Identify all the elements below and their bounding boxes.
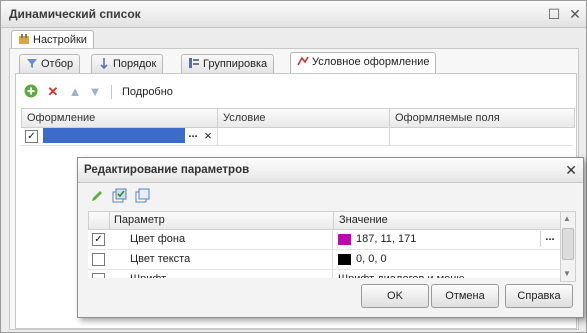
- filter-icon: [26, 57, 38, 69]
- param-checkbox[interactable]: ✓: [92, 233, 105, 246]
- uncheck-all-icon[interactable]: [135, 188, 151, 204]
- move-up-icon[interactable]: ▲: [67, 84, 83, 100]
- move-down-icon[interactable]: ▼: [87, 84, 103, 100]
- vertical-scrollbar[interactable]: ▲ ▼: [560, 211, 576, 282]
- column-header-parameter[interactable]: Параметр: [114, 214, 165, 226]
- tab-conditional-format-label: Условное оформление: [312, 56, 430, 68]
- settings-icon: [18, 33, 30, 45]
- column-divider: [333, 212, 334, 229]
- tab-grouping[interactable]: Группировка: [181, 54, 275, 74]
- param-name: Цвет текста: [130, 253, 191, 265]
- scroll-up-icon[interactable]: ▲: [563, 214, 571, 223]
- column-header-fields[interactable]: Оформляемые поля: [390, 109, 573, 127]
- dialog-close-icon[interactable]: ✕: [565, 162, 577, 179]
- param-row-text-color[interactable]: Цвет текста 0, 0, 0: [88, 250, 560, 270]
- param-value[interactable]: Шрифт диалогов и меню: [338, 270, 465, 278]
- param-checkbox[interactable]: [92, 273, 105, 278]
- color-swatch: [338, 254, 351, 265]
- param-row-bg-color[interactable]: ✓ Цвет фона 187, 11, 171 ...: [88, 230, 560, 250]
- tab-conditional-format[interactable]: Условное оформление: [290, 52, 437, 74]
- dialog-title-bar: Редактирование параметров ✕: [78, 158, 583, 183]
- tab-order-label: Порядок: [113, 58, 157, 70]
- row-checkbox[interactable]: ✓: [25, 130, 38, 143]
- edit-parameters-dialog: Редактирование параметров ✕ Параметр Зна…: [77, 157, 584, 318]
- param-value[interactable]: 187, 11, 171: [356, 230, 416, 249]
- parameters-header: Параметр Значение: [88, 211, 562, 230]
- title-bar: Динамический список ☐ ✕: [1, 1, 586, 28]
- maximize-icon[interactable]: ☐: [546, 6, 562, 22]
- scroll-down-icon[interactable]: ▼: [563, 269, 571, 278]
- grid-header: Оформление Условие Оформляемые поля: [21, 108, 575, 128]
- details-button[interactable]: Подробно: [122, 86, 173, 98]
- cancel-button[interactable]: Отмена: [431, 284, 499, 308]
- ok-button[interactable]: OK: [361, 284, 429, 308]
- check-all-icon[interactable]: [112, 188, 128, 204]
- tab-filter-label: Отбор: [41, 58, 74, 70]
- param-row-font[interactable]: Шрифт Шрифт диалогов и меню: [88, 270, 560, 278]
- param-value[interactable]: 0, 0, 0: [356, 250, 387, 269]
- param-checkbox[interactable]: [92, 253, 105, 269]
- sort-icon: [98, 57, 110, 70]
- param-name: Шрифт: [130, 270, 166, 278]
- tab-grouping-label: Группировка: [203, 58, 268, 70]
- cell-divider: [217, 127, 218, 145]
- window-title: Динамический список: [9, 7, 141, 21]
- cell-divider: [332, 270, 333, 278]
- color-swatch: [338, 234, 351, 245]
- edit-pencil-icon[interactable]: [90, 189, 106, 205]
- tab-filter[interactable]: Отбор: [19, 54, 81, 74]
- table-row[interactable]: ✓ ... ×: [21, 127, 573, 146]
- scrollbar-thumb[interactable]: [562, 228, 574, 260]
- checkbox-column-header: [89, 212, 110, 229]
- tab-order[interactable]: Порядок: [91, 54, 164, 74]
- delete-icon[interactable]: ✕: [45, 84, 61, 100]
- ellipsis-button[interactable]: ...: [540, 231, 559, 247]
- column-header-format[interactable]: Оформление: [22, 109, 218, 127]
- column-header-value[interactable]: Значение: [339, 214, 388, 226]
- dialog-title: Редактирование параметров: [84, 164, 250, 176]
- format-preview-field[interactable]: [43, 128, 185, 143]
- cell-divider: [389, 127, 390, 145]
- param-name: Цвет фона: [130, 233, 186, 245]
- help-button[interactable]: Справка: [505, 284, 573, 308]
- tab-settings-label: Настройки: [33, 34, 87, 46]
- ellipsis-button[interactable]: ...: [186, 128, 200, 143]
- close-icon[interactable]: ✕: [567, 6, 583, 22]
- cell-divider: [332, 250, 333, 269]
- grouping-icon: [188, 57, 200, 69]
- conditional-format-icon: [297, 55, 309, 67]
- add-icon[interactable]: [23, 84, 39, 100]
- cell-divider: [332, 230, 333, 249]
- clear-button[interactable]: ×: [201, 128, 215, 143]
- toolbar-divider: [111, 85, 112, 99]
- column-header-condition[interactable]: Условие: [218, 109, 390, 127]
